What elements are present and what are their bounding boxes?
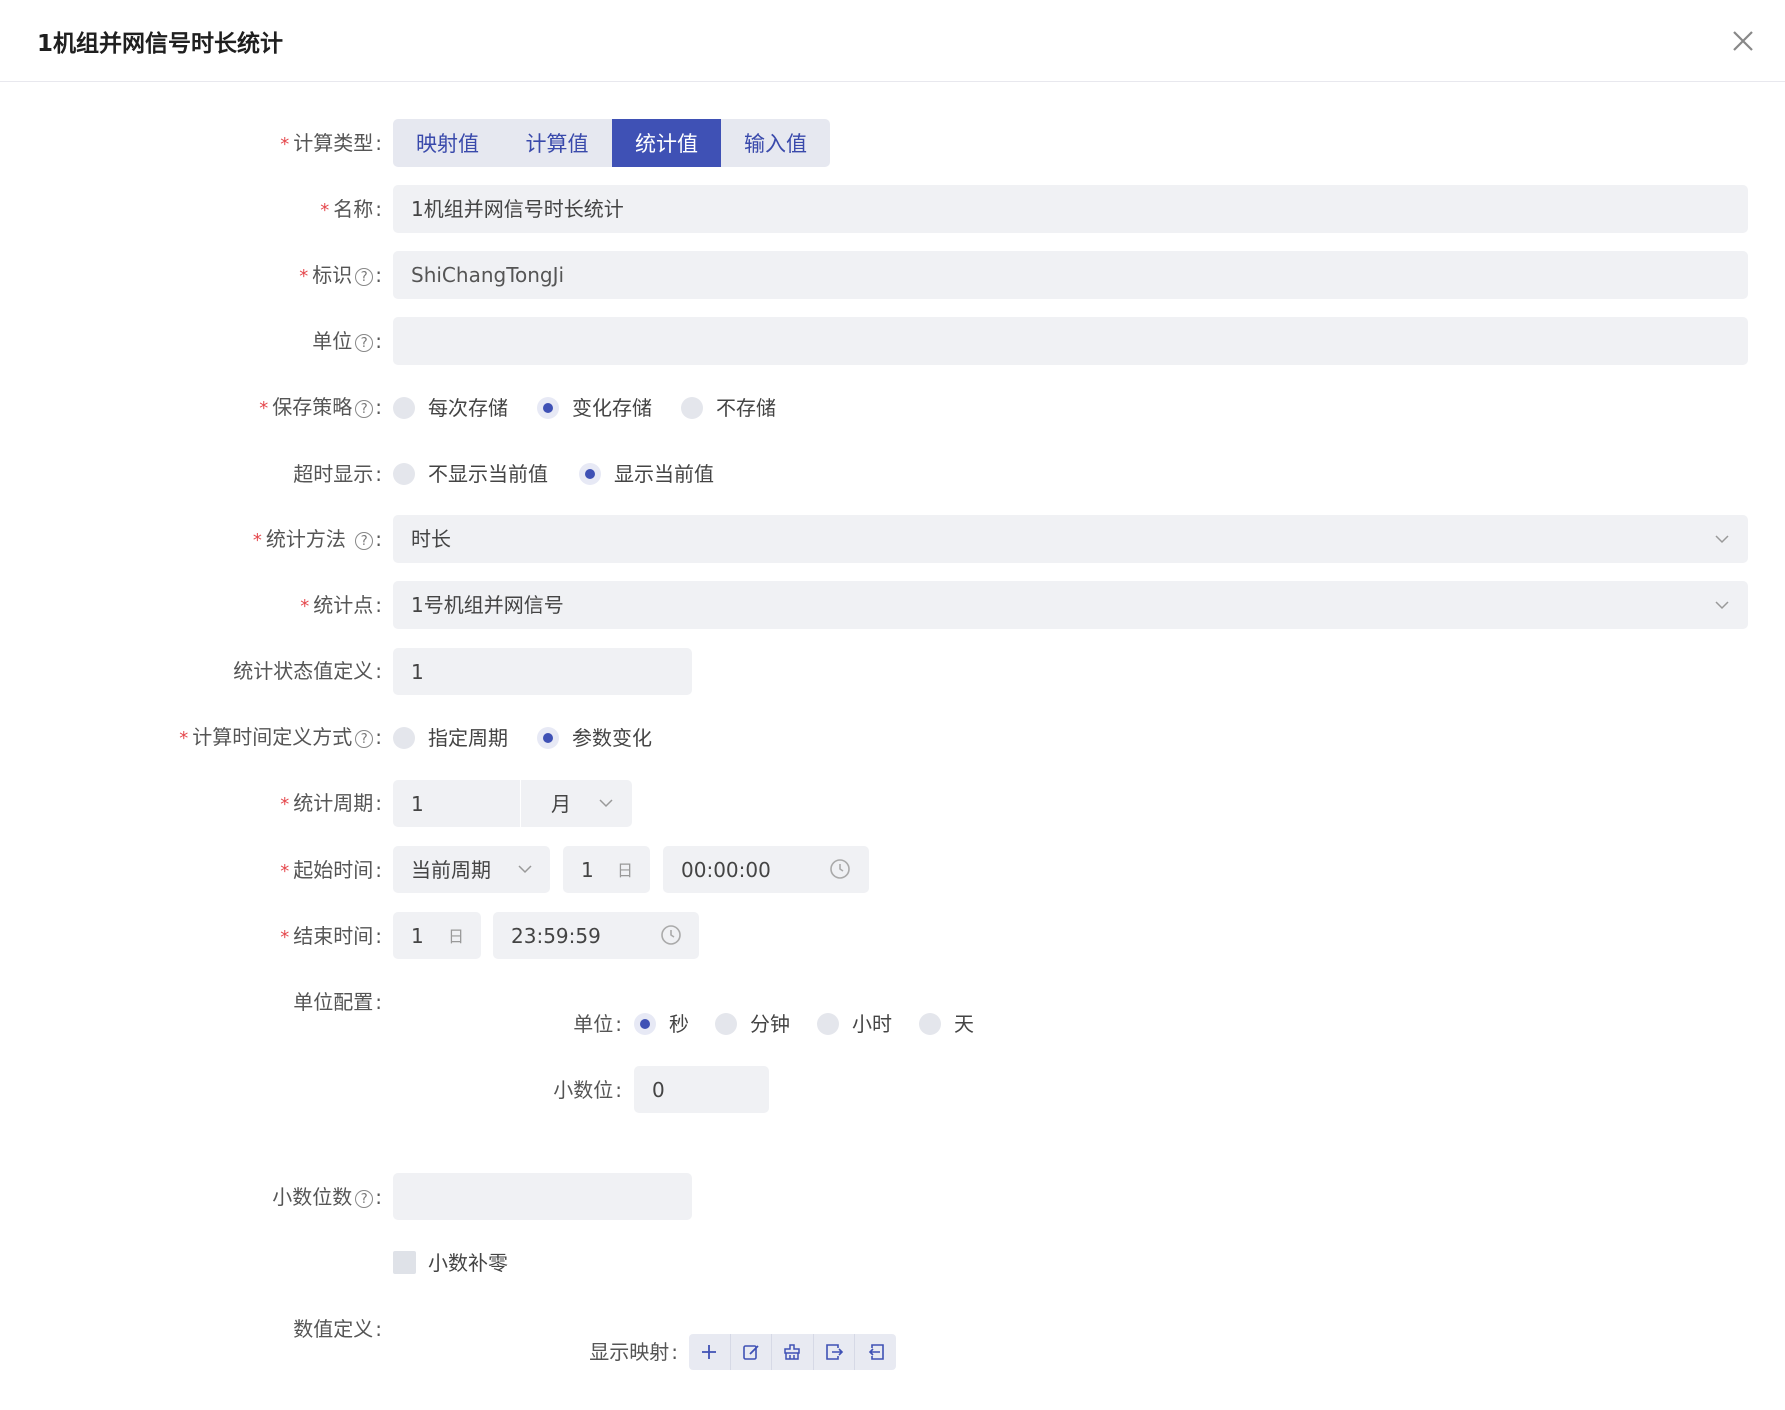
radio-fixed-period[interactable]	[393, 727, 415, 749]
radio-label: 不显示当前值	[428, 462, 548, 486]
start-time-label: * 起始时间:	[280, 858, 382, 882]
decimal-places-label: 小数位数?:	[272, 1185, 382, 1209]
unit-config-label: 单位配置:	[293, 990, 382, 1014]
start-day-input[interactable]: 1 日	[563, 846, 650, 893]
end-day-input[interactable]: 1 日	[393, 912, 481, 959]
value-def-label: 数值定义:	[293, 1317, 382, 1341]
zero-pad-checkbox[interactable]	[393, 1251, 416, 1274]
calc-time-mode-label: * 计算时间定义方式?:	[179, 725, 382, 749]
stat-method-value: 时长	[411, 527, 451, 551]
unit-label: 单位?:	[312, 329, 382, 353]
end-time-label: * 结束时间:	[280, 924, 382, 948]
radio-unit-hour[interactable]	[817, 1013, 839, 1035]
radio-param-change[interactable]	[537, 727, 559, 749]
radio-label: 变化存储	[572, 396, 652, 420]
chevron-down-icon	[1715, 601, 1729, 610]
radio-save-change[interactable]	[537, 397, 559, 419]
chevron-down-icon	[1715, 535, 1729, 544]
help-icon: ?	[355, 400, 374, 418]
clear-icon[interactable]	[772, 1334, 814, 1370]
start-day-value: 1	[581, 857, 594, 882]
radio-save-each[interactable]	[393, 397, 415, 419]
clock-icon	[661, 925, 681, 945]
stat-period-unit-select[interactable]: 月	[521, 780, 632, 827]
radio-unit-minute[interactable]	[715, 1013, 737, 1035]
radio-save-none[interactable]	[681, 397, 703, 419]
identifier-label: * 标识?:	[299, 263, 382, 287]
radio-unit-day[interactable]	[919, 1013, 941, 1035]
day-unit: 日	[617, 861, 634, 880]
end-time-value: 23:59:59	[511, 923, 601, 948]
stat-period-label: * 统计周期:	[280, 791, 382, 815]
name-input[interactable]: 1机组并网信号时长统计	[393, 185, 1748, 233]
help-icon: ?	[355, 268, 374, 286]
dialog-header: 1机组并网信号时长统计	[0, 0, 1785, 82]
plus-icon[interactable]	[689, 1334, 731, 1370]
unit-input[interactable]	[393, 317, 1748, 365]
help-icon: ?	[355, 730, 374, 748]
start-period-value: 当前周期	[411, 857, 491, 882]
radio-label: 指定周期	[428, 726, 508, 750]
radio-label: 秒	[669, 1012, 689, 1036]
stat-method-select[interactable]: 时长	[393, 515, 1748, 563]
close-icon[interactable]	[1727, 25, 1759, 57]
seg-input-value[interactable]: 输入值	[721, 119, 830, 167]
seg-mapping-value[interactable]: 映射值	[393, 119, 502, 167]
decimal-places-input[interactable]	[393, 1173, 692, 1220]
clock-icon	[830, 859, 850, 879]
day-unit: 日	[448, 927, 465, 946]
radio-no-show-current[interactable]	[393, 463, 415, 485]
dialog: 1机组并网信号时长统计 * 计算类型: 映射值 计算值 统计值 输入值 * 名称: …	[0, 0, 1785, 1410]
radio-label: 分钟	[750, 1012, 790, 1036]
help-icon: ?	[355, 334, 374, 352]
radio-unit-second[interactable]	[634, 1013, 656, 1035]
radio-label: 每次存储	[428, 396, 508, 420]
start-time-value: 00:00:00	[681, 857, 771, 882]
stat-method-label: * 统计方法 ?:	[252, 527, 382, 551]
radio-label: 天	[954, 1012, 974, 1036]
unit-config-unit-label: 单位:	[573, 1012, 622, 1036]
unit-config-decimal-label: 小数位:	[553, 1078, 622, 1102]
radio-label: 不存储	[716, 396, 776, 420]
save-strategy-label: * 保存策略?:	[259, 395, 382, 419]
identifier-input[interactable]: ShiChangTongJi	[393, 251, 1748, 299]
display-mapping-toolbar	[689, 1334, 896, 1370]
chevron-down-icon	[599, 799, 613, 808]
chevron-down-icon	[518, 865, 532, 874]
dialog-title: 1机组并网信号时长统计	[37, 31, 284, 57]
end-day-value: 1	[411, 923, 424, 948]
radio-label: 小时	[852, 1012, 892, 1036]
name-label: * 名称:	[320, 197, 382, 221]
stat-point-select[interactable]: 1号机组并网信号	[393, 581, 1748, 629]
help-icon: ?	[355, 532, 374, 550]
stat-period-unit-value: 月	[551, 791, 571, 816]
calc-type-label: * 计算类型:	[280, 131, 382, 155]
import-icon[interactable]	[855, 1334, 896, 1370]
timeout-display-label: 超时显示:	[293, 462, 382, 486]
display-mapping-label: 显示映射:	[589, 1340, 678, 1364]
zero-pad-label: 小数补零	[428, 1251, 508, 1275]
radio-label: 显示当前值	[614, 462, 714, 486]
stat-point-value: 1号机组并网信号	[411, 593, 564, 617]
edit-icon[interactable]	[731, 1334, 773, 1370]
radio-label: 参数变化	[572, 726, 652, 750]
radio-show-current[interactable]	[579, 463, 601, 485]
unit-config-decimal-input[interactable]: 0	[634, 1066, 769, 1113]
seg-stat-value[interactable]: 统计值	[612, 119, 721, 167]
stat-period-input[interactable]: 1	[393, 780, 520, 827]
export-icon[interactable]	[814, 1334, 856, 1370]
stat-state-def-label: 统计状态值定义:	[233, 659, 382, 683]
seg-calc-value[interactable]: 计算值	[502, 119, 612, 167]
stat-point-label: * 统计点:	[300, 593, 382, 617]
help-icon: ?	[355, 1190, 374, 1208]
stat-state-def-input[interactable]: 1	[393, 648, 692, 695]
